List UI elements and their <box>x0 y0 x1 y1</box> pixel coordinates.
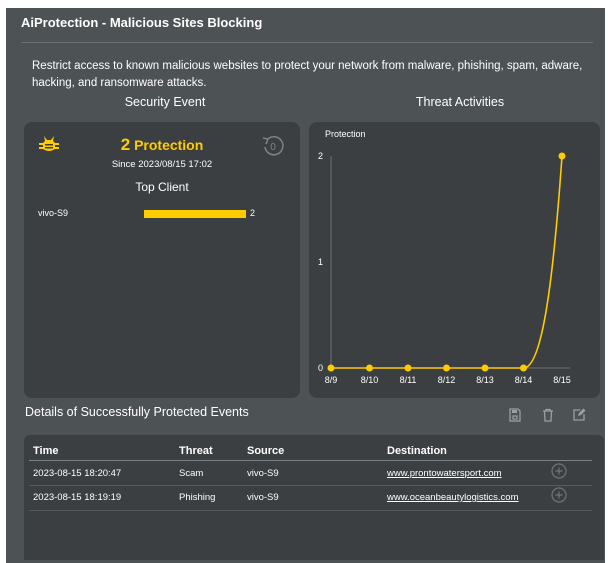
protected-events-table: Time Threat Source Destination 2023-08-1… <box>24 435 604 560</box>
x-tick-label: 8/14 <box>515 375 533 385</box>
row-divider <box>29 510 592 511</box>
x-tick-label: 8/11 <box>400 375 417 385</box>
data-point <box>327 364 335 372</box>
page-title: AiProtection - Malicious Sites Blocking <box>21 15 263 30</box>
client-name: vivo-S9 <box>38 208 69 218</box>
protection-count-label: Protection <box>134 137 204 153</box>
row-divider <box>29 485 592 486</box>
event-destination-link[interactable]: www.prontowatersport.com <box>387 468 502 479</box>
data-point <box>481 364 489 372</box>
client-count: 2 <box>250 208 256 218</box>
event-time: 2023-08-15 18:20:47 <box>33 468 122 479</box>
page-description: Restrict access to known malicious websi… <box>32 60 583 89</box>
delete-icon[interactable] <box>541 408 555 427</box>
header-divider <box>29 460 592 461</box>
event-source: vivo-S9 <box>247 492 279 503</box>
data-point <box>558 152 566 160</box>
event-threat: Scam <box>179 468 204 479</box>
y-tick-label: 2 <box>318 151 323 161</box>
x-tick-label: 8/9 <box>325 375 338 385</box>
data-point <box>366 364 373 372</box>
column-header-threat: Threat <box>179 445 213 457</box>
edit-icon[interactable] <box>572 408 586 427</box>
client-bar <box>144 210 246 218</box>
y-tick-label: 0 <box>318 363 323 373</box>
data-point <box>520 364 527 372</box>
title-divider <box>21 42 593 43</box>
reset-counter-icon[interactable]: 0 <box>261 134 285 163</box>
threat-activities-panel: Protection 0 1 2 8/9 8/10 8/11 8/12 8/13 8/14 8/15 <box>309 122 600 398</box>
column-header-time: Time <box>33 445 59 457</box>
data-point <box>404 364 412 372</box>
x-tick-label: 8/12 <box>438 375 456 385</box>
security-event-heading: Security Event <box>124 95 206 109</box>
x-tick-label: 8/10 <box>361 375 379 385</box>
security-event-panel: 2 Protection Since 2023/08/15 17:02 0 To… <box>24 122 300 398</box>
svg-text:0: 0 <box>270 142 276 153</box>
series-line <box>331 155 563 369</box>
data-point <box>443 364 450 372</box>
event-threat: Phishing <box>179 492 216 503</box>
top-client-title: Top Client <box>135 180 189 194</box>
add-circle-icon[interactable] <box>551 487 567 508</box>
column-header-source: Source <box>247 445 285 457</box>
since-date: Since 2023/08/15 17:02 <box>111 159 213 170</box>
y-axis-label: Protection <box>325 129 366 139</box>
event-source: vivo-S9 <box>247 468 279 479</box>
threat-activities-chart: Protection 0 1 2 8/9 8/10 8/11 8/12 8/13 8/14 8/15 <box>318 129 571 385</box>
event-destination-link[interactable]: www.oceanbeautylogistics.com <box>387 492 518 503</box>
save-icon[interactable] <box>508 408 522 427</box>
event-time: 2023-08-15 18:19:19 <box>33 492 122 503</box>
threat-activities-heading: Threat Activities <box>415 95 505 109</box>
column-header-destination: Destination <box>387 445 447 457</box>
x-tick-label: 8/13 <box>476 375 494 385</box>
add-circle-icon[interactable] <box>551 463 567 484</box>
protection-count: 2 Protection <box>24 135 300 155</box>
y-tick-label: 1 <box>318 257 323 267</box>
details-title: Details of Successfully Protected Events <box>25 405 249 419</box>
protection-count-value: 2 <box>120 135 131 154</box>
x-tick-label: 8/15 <box>553 375 571 385</box>
